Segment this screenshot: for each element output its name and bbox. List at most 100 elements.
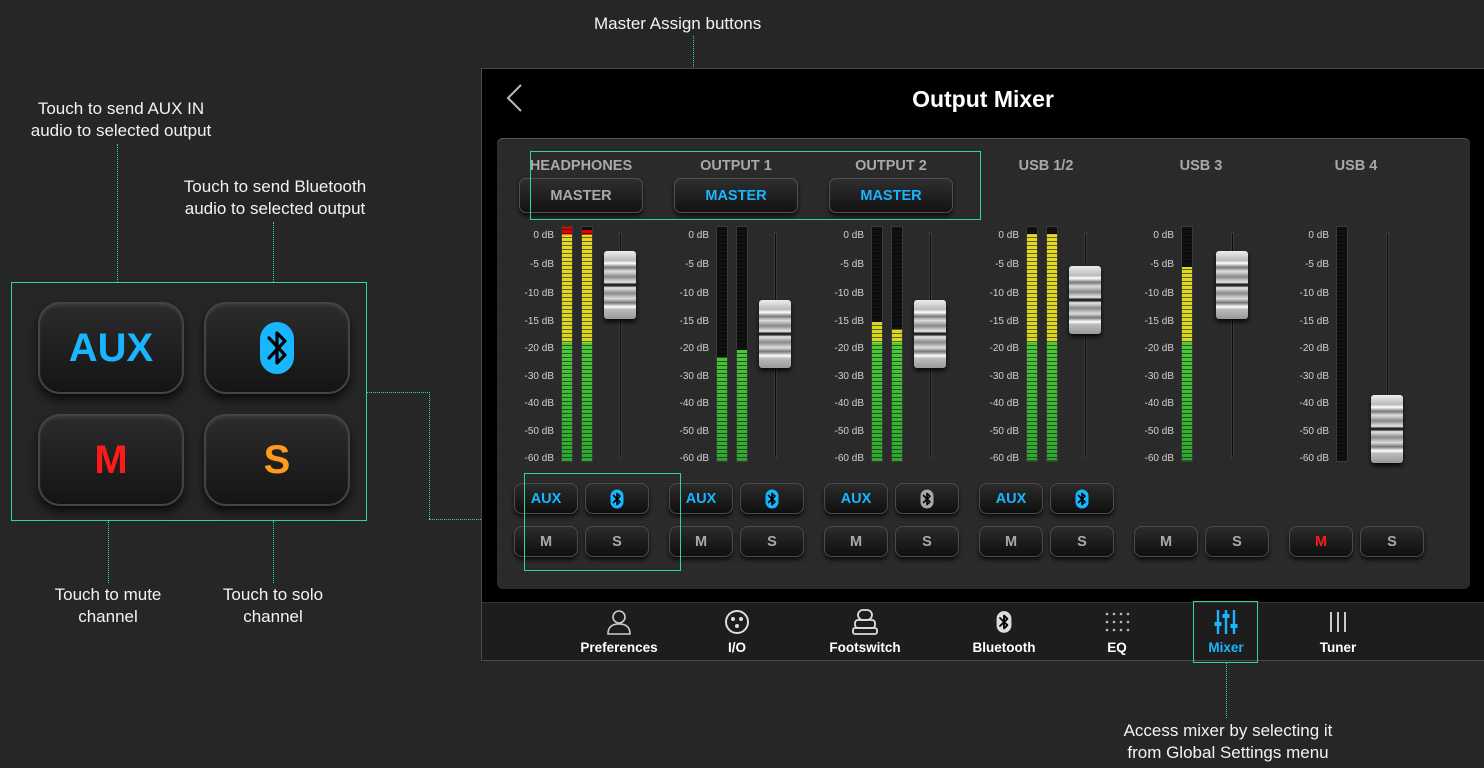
db-scale-label: -30 dB (989, 371, 1019, 382)
db-scale-label: -30 dB (1144, 371, 1174, 382)
nav-tab-io[interactable]: I/O (687, 607, 787, 657)
leader-callout-h1 (367, 392, 430, 393)
db-scale-label: -60 dB (524, 453, 554, 464)
aux-button[interactable]: AUX (979, 483, 1043, 514)
fader-cap[interactable] (914, 300, 946, 368)
solo-button[interactable]: S (1360, 526, 1424, 557)
db-scale-label: 0 dB (843, 230, 864, 241)
db-scale-label: 0 dB (688, 230, 709, 241)
db-scale-label: -5 dB (840, 259, 864, 270)
level-meter (891, 226, 903, 462)
annotation-access-mixer: Access mixer by selecting it from Global… (1096, 720, 1360, 764)
nav-tab-label: Tuner (1319, 640, 1357, 655)
level-meter (581, 226, 593, 462)
db-scale-label: -5 dB (995, 259, 1019, 270)
db-scale-label: -10 dB (524, 288, 554, 299)
level-meter-segments (1047, 227, 1057, 461)
channel-label: USB 4 (1334, 158, 1378, 174)
leader-access (1226, 662, 1227, 718)
db-scale-label: -50 dB (834, 426, 864, 437)
bluetooth-send-button[interactable] (895, 483, 959, 514)
footswitch-icon (852, 607, 878, 637)
level-meter (1046, 226, 1058, 462)
db-scale-label: -40 dB (524, 398, 554, 409)
nav-tab-label: Bluetooth (972, 640, 1036, 655)
mute-button[interactable]: M (979, 526, 1043, 557)
mixer-tab-highlight (1193, 601, 1258, 663)
bluetooth-send-button[interactable] (740, 483, 804, 514)
annotation-access-line1: Access mixer by selecting it (1123, 721, 1333, 740)
db-scale-label: -50 dB (1144, 426, 1174, 437)
nav-tab-bluetooth[interactable]: Bluetooth (954, 607, 1054, 657)
db-scale-label: -15 dB (524, 316, 554, 327)
level-meter (561, 226, 573, 462)
callout-solo-button[interactable]: S (204, 414, 350, 506)
solo-button[interactable]: S (1050, 526, 1114, 557)
db-scale-label: -60 dB (1299, 453, 1329, 464)
nav-tab-label: I/O (727, 640, 746, 655)
db-scale-label: -50 dB (1299, 426, 1329, 437)
db-scale-label: -15 dB (1144, 316, 1174, 327)
db-scale-label: -60 dB (834, 453, 864, 464)
mute-button[interactable]: M (1134, 526, 1198, 557)
db-scale-label: -50 dB (679, 426, 709, 437)
aux-button[interactable]: AUX (824, 483, 888, 514)
bluetooth-send-button[interactable] (1050, 483, 1114, 514)
callout-bluetooth-button[interactable] (204, 302, 350, 394)
level-meter-segments (717, 227, 727, 461)
db-scale-label: -15 dB (679, 316, 709, 327)
db-scale-label: -50 dB (524, 426, 554, 437)
window-header: Output Mixer (482, 69, 1484, 127)
db-scale-label: 0 dB (1308, 230, 1329, 241)
fader-cap[interactable] (604, 250, 636, 319)
mute-button[interactable]: M (824, 526, 888, 557)
annotation-bt-line2: audio to selected output (184, 199, 366, 218)
db-scale-label: 0 dB (1153, 230, 1174, 241)
nav-tab-footswitch[interactable]: Footswitch (815, 607, 915, 657)
nav-tab-tuner[interactable]: Tuner (1288, 607, 1388, 657)
nav-tab-eq[interactable]: EQ (1067, 607, 1167, 657)
global-settings-nav: Preferences I/O Footswitch Bluetooth EQ Mixer… (482, 602, 1484, 660)
leader-bt (273, 222, 274, 282)
headphones-buttons-highlight (524, 473, 681, 571)
db-scale-label: -20 dB (834, 343, 864, 354)
solo-button[interactable]: S (740, 526, 804, 557)
nav-tab-label: EQ (1107, 640, 1127, 655)
annotation-aux-line2: audio to selected output (30, 121, 212, 140)
mute-button[interactable]: M (1289, 526, 1353, 557)
db-scale-label: -20 dB (989, 343, 1019, 354)
db-scale-label: -5 dB (530, 259, 554, 270)
fader-cap[interactable] (759, 300, 791, 368)
annotation-mute: Touch to mute channel (40, 584, 176, 628)
level-meter (736, 226, 748, 462)
db-scale-label: 0 dB (533, 230, 554, 241)
solo-button[interactable]: S (1205, 526, 1269, 557)
db-scale-label: -15 dB (1299, 316, 1329, 327)
db-scale-label: -40 dB (679, 398, 709, 409)
fader-cap[interactable] (1371, 395, 1403, 463)
bluetooth-icon (920, 489, 934, 508)
fader-cap[interactable] (1216, 250, 1248, 319)
channel-label: USB 1/2 (1018, 158, 1074, 174)
db-scale-label: -30 dB (679, 371, 709, 382)
annotation-access-line2: from Global Settings menu (1127, 743, 1329, 762)
annotation-solo: Touch to solo channel (208, 584, 338, 628)
db-scale-label: -20 dB (524, 343, 554, 354)
db-scale-label: -20 dB (1144, 343, 1174, 354)
leader-callout-v (429, 392, 430, 519)
callout-aux-button[interactable]: AUX (38, 302, 184, 394)
annotation-solo-line1: Touch to solo (222, 585, 324, 604)
leader-solo (273, 521, 274, 583)
solo-button[interactable]: S (895, 526, 959, 557)
xlr-connector-icon (724, 607, 750, 637)
db-scale-label: -40 dB (834, 398, 864, 409)
db-scale-label: -10 dB (989, 288, 1019, 299)
level-meter-segments (892, 227, 902, 461)
fader-cap[interactable] (1069, 265, 1101, 334)
person-icon (606, 607, 632, 637)
bluetooth-icon (996, 607, 1012, 637)
callout-mute-button[interactable]: M (38, 414, 184, 506)
annotation-bt-line1: Touch to send Bluetooth (183, 177, 367, 196)
level-meter-segments (1027, 227, 1037, 461)
nav-tab-preferences[interactable]: Preferences (569, 607, 669, 657)
